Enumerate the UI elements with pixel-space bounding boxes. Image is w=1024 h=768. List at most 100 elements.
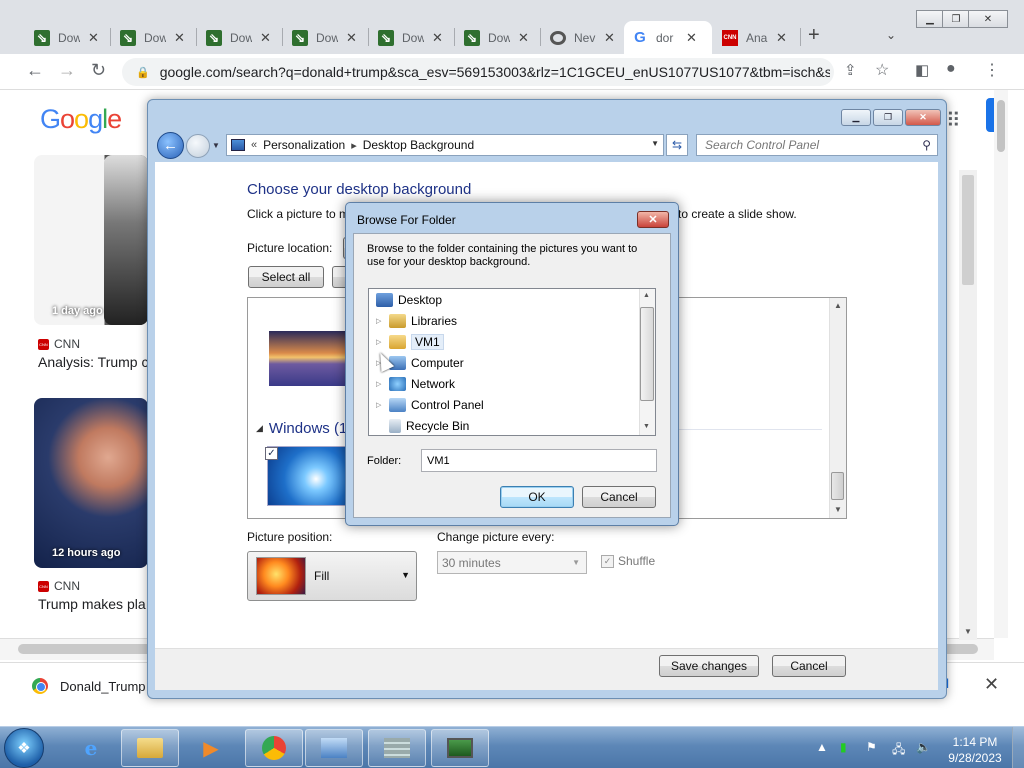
page-scrollbar[interactable]: [994, 90, 1008, 638]
picture-position-select[interactable]: Fill ▼: [247, 551, 417, 601]
menu-kebab-icon[interactable]: ⋮: [984, 60, 1000, 80]
scroll-down-arrow-icon[interactable]: ▼: [964, 627, 972, 636]
side-panel-icon[interactable]: ◧: [915, 61, 929, 79]
chevron-down-icon[interactable]: ▼: [572, 558, 580, 567]
expand-arrow-icon[interactable]: ▷: [376, 317, 384, 325]
maximize-icon[interactable]: ❐: [873, 109, 903, 126]
breadcrumb-desktop-background[interactable]: Desktop Background: [363, 138, 474, 152]
minimize-icon[interactable]: ▁: [841, 109, 871, 126]
close-icon[interactable]: ✕: [260, 30, 272, 46]
show-hidden-icons-icon[interactable]: ▲: [816, 740, 828, 754]
tab-download-1[interactable]: ⇘ Dow ✕: [26, 21, 110, 54]
result-image-2[interactable]: [34, 398, 148, 568]
clear-all-button[interactable]: [332, 266, 346, 288]
clock[interactable]: 1:14 PM 9/28/2023: [944, 734, 1006, 766]
close-icon[interactable]: ✕: [776, 30, 788, 46]
result-headline[interactable]: Trump makes pla: [38, 596, 146, 612]
shuffle-checkbox[interactable]: ✓ Shuffle: [601, 554, 655, 568]
share-icon[interactable]: ⇪: [844, 61, 857, 79]
change-picture-select[interactable]: 30 minutes ▼: [437, 551, 587, 574]
scroll-down-arrow-icon[interactable]: ▼: [834, 505, 842, 514]
minimize-icon[interactable]: ▁: [916, 10, 944, 28]
tree-item-network[interactable]: ▷ Network: [376, 374, 455, 394]
tab-search-chevron-icon[interactable]: ⌄: [886, 28, 896, 42]
tab-download-4[interactable]: ⇘ Dow ✕: [284, 21, 368, 54]
tree-item-libraries[interactable]: ▷ Libraries: [376, 311, 457, 331]
download-filename[interactable]: Donald_Trump: [60, 679, 146, 694]
dialog-cancel-button[interactable]: Cancel: [582, 486, 656, 508]
wallpaper-thumbnail-windows[interactable]: [267, 446, 349, 506]
url-text[interactable]: google.com/search?q=donald+trump&sca_esv…: [160, 64, 830, 80]
clock-time[interactable]: 1:14 PM: [944, 734, 1006, 750]
chevron-down-icon[interactable]: ▼: [401, 570, 410, 580]
close-icon[interactable]: ✕: [88, 30, 100, 46]
show-desktop-button[interactable]: [1012, 727, 1024, 768]
cp-address-bar[interactable]: « Personalization ▸ Desktop Background ▼: [226, 134, 664, 156]
back-arrow-icon[interactable]: ←: [26, 60, 44, 81]
close-icon[interactable]: ✕: [905, 109, 941, 126]
tab-cnn[interactable]: CNN Ana ✕: [714, 21, 798, 54]
result-headline[interactable]: Analysis: Trump c: [38, 354, 148, 370]
address-bar[interactable]: 🔒 google.com/search?q=donald+trump&sca_e…: [122, 58, 834, 86]
close-icon[interactable]: ✕: [604, 30, 616, 46]
page-scroll-thumb[interactable]: [997, 100, 1005, 152]
close-icon[interactable]: ✕: [346, 30, 358, 46]
profile-avatar-icon[interactable]: ●: [946, 60, 956, 78]
explorer-icon[interactable]: [121, 729, 179, 767]
save-changes-button[interactable]: Save changes: [659, 655, 759, 677]
tab-new-tab[interactable]: Nev ✕: [542, 21, 626, 54]
lock-icon[interactable]: 🔒: [136, 66, 150, 79]
chrome-icon[interactable]: [245, 729, 303, 767]
wallpaper-thumbnail[interactable]: [269, 331, 349, 386]
chevron-down-icon[interactable]: ▼: [651, 139, 659, 148]
monitor-icon[interactable]: [431, 729, 489, 767]
search-input[interactable]: Search Control Panel ⚲: [696, 134, 938, 156]
tab-download-5[interactable]: ⇘ Dow ✕: [370, 21, 454, 54]
ok-button[interactable]: OK: [500, 486, 574, 508]
expand-arrow-icon[interactable]: ▷: [376, 401, 384, 409]
google-apps-icon[interactable]: ⠿: [946, 108, 961, 133]
download-item[interactable]: Donald_Trump: [32, 678, 146, 694]
recent-pages-chevron-icon[interactable]: ▼: [212, 141, 220, 150]
close-icon[interactable]: ✕: [174, 30, 186, 46]
chevron-left-icon[interactable]: «: [251, 139, 257, 151]
ie-icon[interactable]: e: [62, 729, 120, 767]
control-panel-icon[interactable]: [305, 729, 363, 767]
select-all-button[interactable]: Select all: [248, 266, 324, 288]
scroll-up-arrow-icon[interactable]: ▲: [834, 301, 842, 310]
refresh-icon[interactable]: ⇆: [666, 134, 688, 156]
folder-tree-scroll-thumb[interactable]: [640, 307, 654, 401]
close-icon[interactable]: ✕: [432, 30, 444, 46]
tab-download-6[interactable]: ⇘ Dow ✕: [456, 21, 540, 54]
cp-scroll-thumb[interactable]: [962, 175, 974, 285]
close-icon[interactable]: ✕: [686, 30, 698, 46]
forward-arrow-icon[interactable]: [186, 134, 210, 158]
scroll-down-arrow-icon[interactable]: ▼: [643, 423, 650, 430]
bookmark-star-icon[interactable]: ☆: [875, 60, 889, 80]
chevron-right-icon[interactable]: ▸: [351, 139, 357, 152]
start-button[interactable]: ❖: [4, 728, 44, 768]
search-icon[interactable]: ⚲: [922, 138, 931, 152]
tree-item-recycle-bin[interactable]: Recycle Bin: [376, 416, 469, 436]
firewall-icon[interactable]: [368, 729, 426, 767]
expand-arrow-icon[interactable]: ▷: [376, 380, 384, 388]
tab-download-3[interactable]: ⇘ Dow ✕: [198, 21, 282, 54]
tree-item-control-panel[interactable]: ▷ Control Panel: [376, 395, 484, 415]
volume-icon[interactable]: 🔈: [916, 740, 931, 754]
close-icon[interactable]: ✕: [637, 211, 669, 228]
back-arrow-icon[interactable]: ←: [157, 132, 184, 159]
group-header[interactable]: ◢ Windows (1: [256, 420, 347, 437]
close-icon[interactable]: ✕: [518, 30, 530, 46]
folder-field[interactable]: VM1: [421, 449, 657, 472]
expand-arrow-icon[interactable]: ▷: [376, 338, 384, 346]
media-player-icon[interactable]: ▶: [182, 729, 240, 767]
google-logo[interactable]: Google: [40, 104, 122, 135]
close-icon[interactable]: ✕: [984, 674, 999, 695]
action-center-flag-icon[interactable]: ⚑: [866, 740, 877, 754]
tab-google-search[interactable]: G dor ✕: [624, 21, 712, 54]
tree-item-desktop[interactable]: Desktop: [376, 290, 442, 310]
close-icon[interactable]: ✕: [968, 10, 1008, 28]
wallpaper-checkbox[interactable]: ✓: [265, 447, 278, 460]
cancel-button[interactable]: Cancel: [772, 655, 846, 677]
restore-icon[interactable]: ❐: [942, 10, 970, 28]
